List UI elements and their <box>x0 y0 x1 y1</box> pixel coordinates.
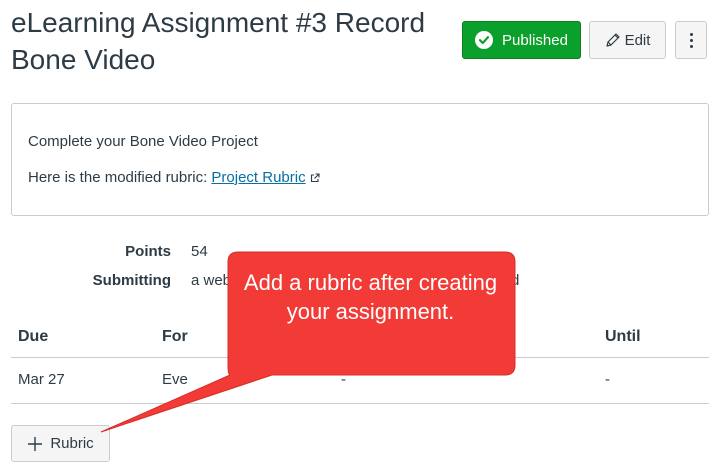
external-link-icon <box>310 170 320 187</box>
project-rubric-link[interactable]: Project Rubric <box>211 169 305 186</box>
add-rubric-button[interactable]: Rubric <box>11 425 110 462</box>
more-options-button[interactable] <box>675 21 707 59</box>
points-value: 54 <box>191 243 208 260</box>
due-column-header: Due <box>18 328 49 345</box>
table-bottom-divider <box>11 403 709 404</box>
description-line-2: Here is the modified rubric: Project Rub… <box>28 169 320 187</box>
published-label: Published <box>502 31 568 49</box>
description-prefix: Here is the modified rubric: <box>28 169 212 186</box>
due-date-cell: Mar 27 <box>18 371 65 388</box>
until-column-header: Until <box>605 328 641 345</box>
published-button[interactable]: Published <box>462 21 581 59</box>
until-cell: - <box>605 371 610 388</box>
points-label: Points <box>125 243 171 260</box>
submitting-value-start: a web <box>191 272 232 289</box>
callout-text: Add a rubric after creating your assignm… <box>243 270 498 324</box>
submitting-label: Submitting <box>92 272 171 289</box>
plus-icon <box>27 436 43 452</box>
description-line-1: Complete your Bone Video Project <box>28 133 258 150</box>
kebab-menu-icon <box>689 32 693 48</box>
rubric-label: Rubric <box>50 435 94 452</box>
table-header-divider <box>11 357 709 358</box>
edit-button[interactable]: Edit <box>589 21 666 59</box>
check-circle-icon <box>475 31 494 49</box>
for-cell: Eve <box>162 371 188 388</box>
for-column-header: For <box>162 328 188 345</box>
assignment-description: Complete your Bone Video Project Here is… <box>11 103 709 216</box>
edit-label: Edit <box>624 31 651 49</box>
page-title: eLearning Assignment #3 Record Bone Vide… <box>11 7 426 75</box>
available-from-cell: - <box>341 371 346 388</box>
pencil-icon <box>605 32 621 48</box>
